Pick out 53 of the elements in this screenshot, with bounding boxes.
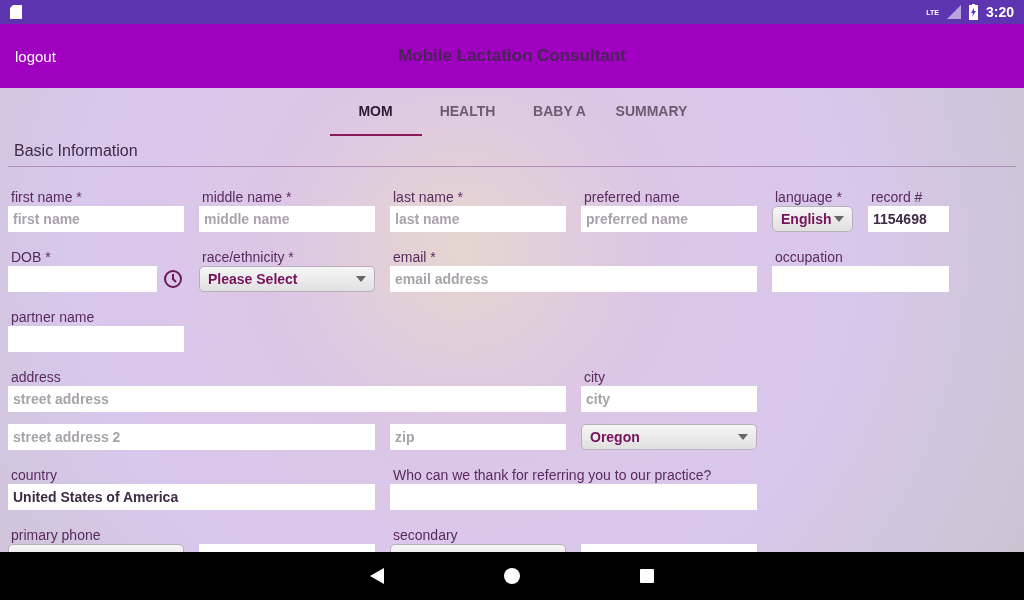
- input-field[interactable]: first name: [8, 206, 184, 232]
- input-field[interactable]: zip: [390, 424, 566, 450]
- field-label: middle name *: [201, 189, 293, 206]
- battery-icon: [968, 4, 978, 20]
- back-icon[interactable]: [370, 568, 384, 584]
- home-icon[interactable]: [504, 568, 520, 584]
- recents-icon[interactable]: [640, 569, 654, 583]
- dropdown[interactable]: Please Select: [199, 266, 375, 292]
- field-label: address: [10, 369, 62, 386]
- caret-icon: [834, 216, 844, 222]
- field-label: race/ethnicity *: [201, 249, 295, 266]
- dropdown[interactable]: English: [772, 206, 853, 232]
- tab[interactable]: SUMMARY: [605, 88, 698, 136]
- field-label: Who can we thank for referring you to our practice?: [392, 467, 713, 484]
- field-label: preferred name: [583, 189, 681, 206]
- logout-link[interactable]: logout: [15, 47, 56, 65]
- input-field[interactable]: street address 2: [8, 424, 375, 450]
- input-field[interactable]: [390, 484, 757, 510]
- input-field[interactable]: United States of America: [8, 484, 375, 510]
- input-field[interactable]: last name: [390, 206, 566, 232]
- date-field[interactable]: [8, 266, 157, 292]
- field-label: language *: [774, 189, 843, 206]
- caret-icon: [356, 276, 366, 282]
- field-label: occupation: [774, 249, 844, 266]
- field-label: last name *: [392, 189, 465, 206]
- input-field[interactable]: email address: [390, 266, 757, 292]
- clock-time: 3:20: [985, 4, 1014, 20]
- tab[interactable]: MOM: [329, 88, 422, 136]
- field-label: primary phone: [10, 527, 102, 544]
- field-label: country: [10, 467, 58, 484]
- tab[interactable]: BABY A: [513, 88, 606, 136]
- sd-card-icon: [10, 5, 22, 19]
- section-title: Basic Information: [8, 142, 1016, 167]
- field-label: DOB *: [10, 249, 52, 266]
- input-field[interactable]: [772, 266, 949, 292]
- field-label: email *: [392, 249, 437, 266]
- signal-icon: [946, 5, 961, 19]
- app-title: Mobile Lactation Consultant: [398, 46, 626, 66]
- clock-icon[interactable]: [163, 269, 183, 289]
- input-field[interactable]: preferred name: [581, 206, 757, 232]
- field-label: city: [583, 369, 606, 386]
- input-field[interactable]: city: [581, 386, 757, 412]
- dropdown[interactable]: Oregon: [581, 424, 757, 450]
- field-label: record #: [870, 189, 924, 206]
- caret-icon: [738, 434, 748, 440]
- tab[interactable]: HEALTH: [421, 88, 514, 136]
- field-label: first name *: [10, 189, 83, 206]
- input-field[interactable]: 1154698: [868, 206, 949, 232]
- input-field[interactable]: [8, 326, 184, 352]
- field-label: secondary: [392, 527, 459, 544]
- input-field[interactable]: middle name: [199, 206, 375, 232]
- field-label: partner name: [10, 309, 96, 326]
- input-field[interactable]: street address: [8, 386, 566, 412]
